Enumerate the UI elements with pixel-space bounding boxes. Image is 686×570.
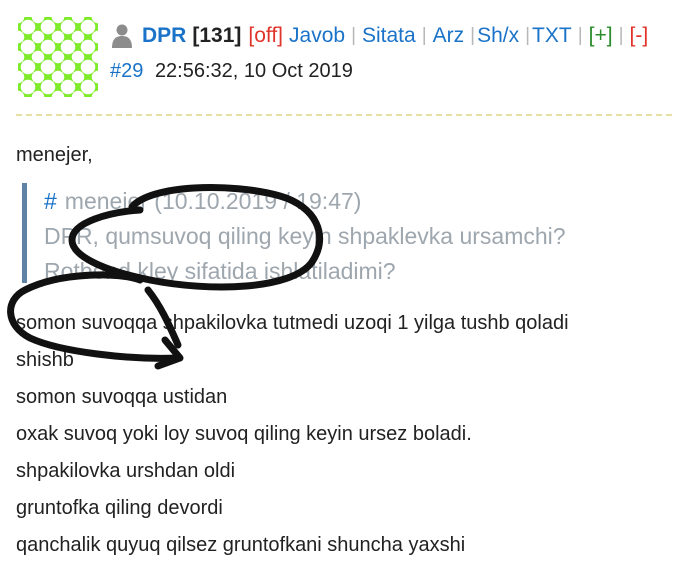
separator: | (421, 25, 427, 46)
avatar[interactable] (18, 17, 98, 97)
message-line: oxak suvoq yoki loy suvoq qiling keyin u… (16, 423, 472, 445)
user-icon (112, 24, 132, 48)
private-message-link[interactable]: Sh/x (477, 24, 519, 48)
greeting-text: menejer, (16, 144, 93, 166)
username-link[interactable]: DPR (142, 24, 186, 48)
status-badge: [off] (248, 24, 284, 47)
separator: | (351, 25, 356, 46)
report-link[interactable]: Arz (433, 24, 465, 48)
quote-header: # menejer (10.10.2019 / 19:47) (44, 184, 566, 219)
post-datetime: 22:56:32, 10 Oct 2019 (154, 60, 353, 82)
post-number-link[interactable]: #29 (110, 60, 143, 82)
message-line: gruntofka qiling devordi (16, 497, 223, 519)
quote-line: Rotbond kley sifatida ishlatiladimi? (44, 258, 396, 284)
quote-link[interactable]: Sitata (362, 24, 416, 48)
post-count: [131] (192, 24, 242, 47)
message-line: somon suvoqqa ustidan (16, 386, 228, 408)
quote-line: DPR, qumsuvoq qiling keyin shpaklevka ur… (44, 223, 566, 249)
separator: | (618, 25, 624, 46)
rate-minus-button[interactable]: [-] (630, 24, 649, 48)
quote-bar (22, 183, 27, 283)
message-line: shpakilovka urshdan oldi (16, 460, 236, 482)
divider (16, 114, 672, 116)
quote-meta: menejer (10.10.2019 / 19:47) (64, 188, 362, 214)
post-meta: #29 22:56:32, 10 Oct 2019 (110, 60, 353, 83)
quote-source-link[interactable]: # (44, 188, 57, 214)
quoted-message: # menejer (10.10.2019 / 19:47) DPR, qumsu… (44, 184, 566, 289)
reply-link[interactable]: Javob (289, 24, 345, 48)
rate-plus-button[interactable]: [+] (589, 24, 613, 48)
separator: | (525, 25, 531, 46)
message-line: qanchalik quyuq qilsez gruntofkani shunc… (16, 534, 466, 556)
separator: | (470, 25, 476, 46)
message-line: shishb (16, 349, 74, 371)
separator: | (577, 25, 583, 46)
message-body: somon suvoqqa shpakilovka tutmedi uzoqi … (16, 305, 569, 564)
post-header: DPR [131] [off] Javob | Sitata | Arz | S… (110, 20, 648, 52)
message-line: somon suvoqqa shpakilovka tutmedi uzoqi … (16, 312, 569, 334)
txt-link[interactable]: TXT (532, 24, 572, 48)
